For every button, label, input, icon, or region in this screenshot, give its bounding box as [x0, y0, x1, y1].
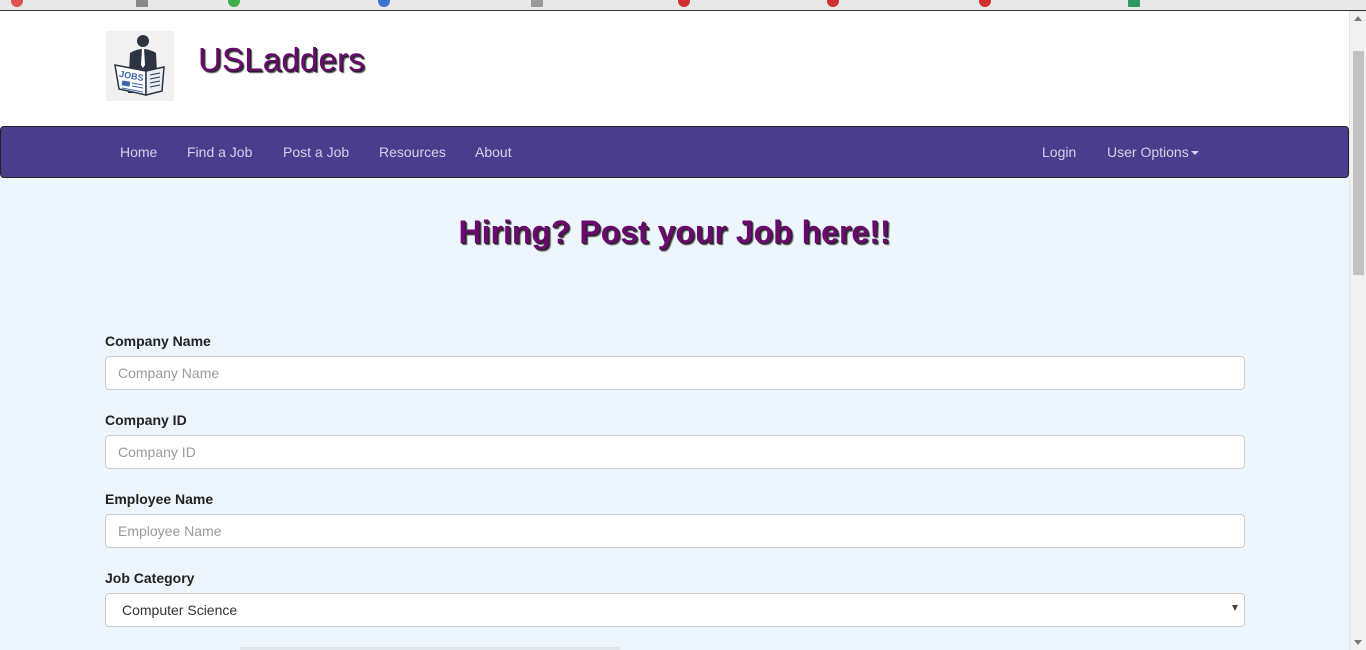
site-header: JOBS USLadders: [0, 11, 1349, 126]
bookmarks-bar: [0, 0, 1366, 11]
nav-user-options-dropdown[interactable]: User Options: [1107, 144, 1199, 160]
company-id-label: Company ID: [105, 412, 187, 428]
scrollbar-thumb[interactable]: [1353, 51, 1364, 275]
main-navbar: Home Find a Job Post a Job Resources Abo…: [0, 126, 1349, 178]
nav-about[interactable]: About: [475, 144, 512, 160]
vertical-scrollbar[interactable]: [1349, 11, 1366, 650]
scroll-down-arrow-icon[interactable]: [1354, 640, 1362, 645]
dropdown-arrow-icon: [1232, 605, 1238, 611]
bookmark-icon[interactable]: [1128, 0, 1140, 7]
nav-home[interactable]: Home: [120, 144, 157, 160]
nav-post-a-job[interactable]: Post a Job: [283, 144, 349, 160]
nav-login[interactable]: Login: [1042, 144, 1076, 160]
bookmark-icon[interactable]: [979, 0, 991, 7]
scroll-up-arrow-icon[interactable]: [1354, 16, 1362, 21]
bookmark-icon[interactable]: [11, 0, 23, 7]
company-name-input[interactable]: [105, 356, 1245, 390]
company-name-label: Company Name: [105, 333, 211, 349]
user-options-label: User Options: [1107, 144, 1189, 160]
bookmark-icon[interactable]: [531, 0, 543, 7]
bookmark-icon[interactable]: [378, 0, 390, 7]
nav-resources[interactable]: Resources: [379, 144, 446, 160]
site-brand[interactable]: USLadders: [198, 41, 365, 79]
bookmark-icon[interactable]: [678, 0, 690, 7]
caret-down-icon: [1190, 151, 1199, 156]
job-category-label: Job Category: [105, 570, 195, 586]
employee-name-label: Employee Name: [105, 491, 214, 507]
page: JOBS USLadders Home Find a Job Post a Jo…: [0, 11, 1349, 650]
employee-name-input[interactable]: [105, 514, 1245, 548]
bookmark-icon[interactable]: [136, 0, 148, 7]
jobs-logo-icon[interactable]: JOBS: [106, 31, 174, 101]
bookmark-icon[interactable]: [228, 0, 240, 7]
nav-find-a-job[interactable]: Find a Job: [187, 144, 252, 160]
job-category-value: Computer Science: [122, 602, 238, 618]
job-category-select[interactable]: Computer Science: [105, 593, 1245, 627]
bookmark-icon[interactable]: [827, 0, 839, 7]
page-title: Hiring? Post your Job here!!: [458, 214, 891, 250]
company-id-input[interactable]: [105, 435, 1245, 469]
